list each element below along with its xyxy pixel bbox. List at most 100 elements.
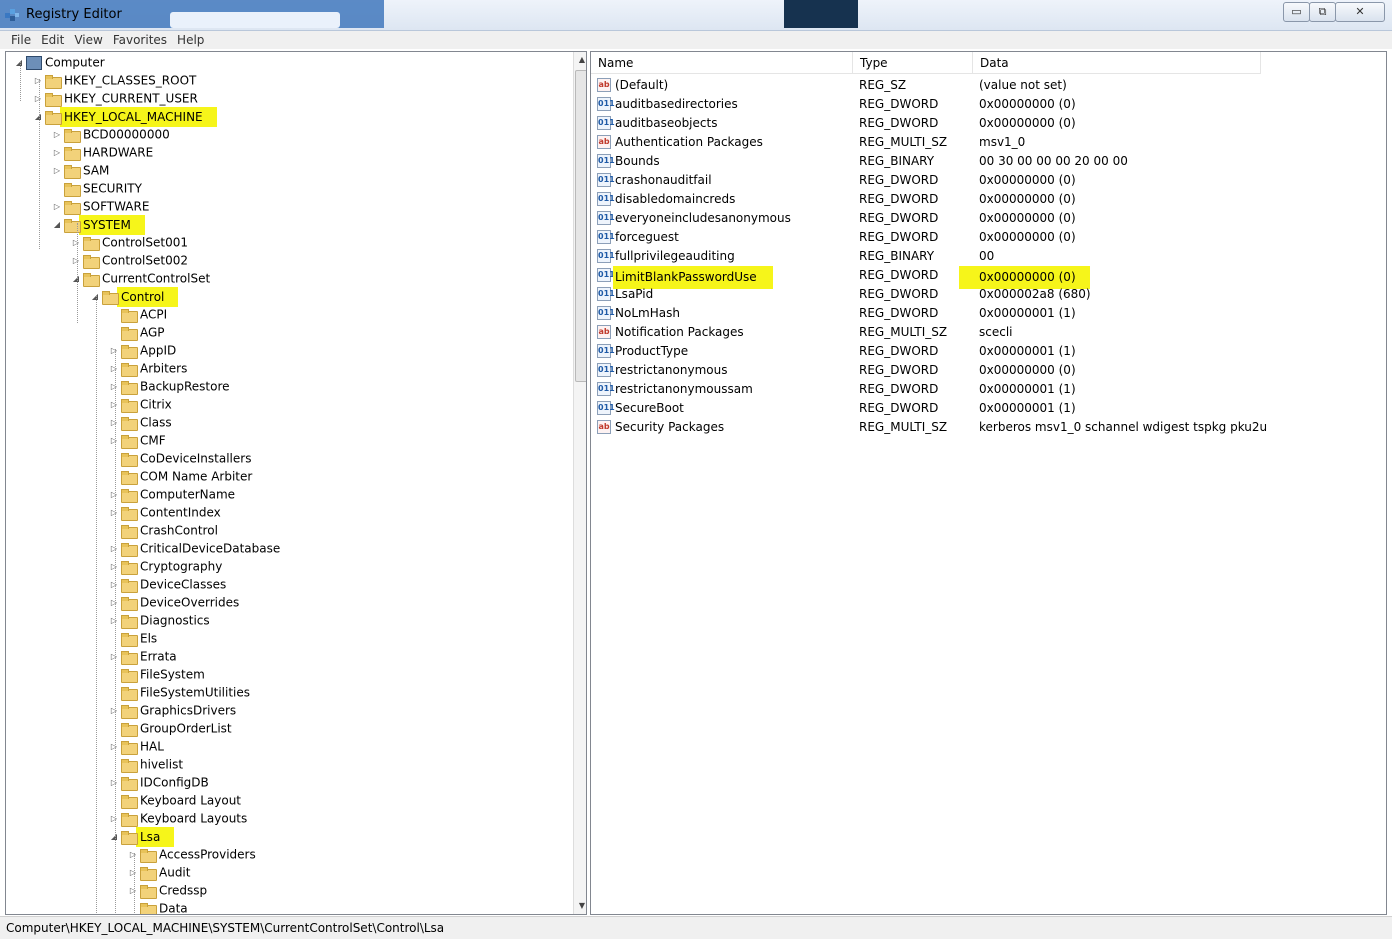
expand-arrow-icon[interactable]: ▷: [128, 882, 138, 900]
menu-view[interactable]: View: [69, 31, 107, 49]
expand-arrow-icon[interactable]: ▷: [128, 864, 138, 882]
expand-arrow-icon[interactable]: ▷: [109, 486, 119, 504]
column-header-data[interactable]: Data: [973, 52, 1261, 74]
tree-node-hkey-current-user[interactable]: ▷ HKEY_CURRENT_USER: [33, 89, 198, 107]
expand-arrow-icon[interactable]: ▷: [109, 810, 119, 828]
tree-node-diagnostics[interactable]: ▷ Diagnostics: [109, 611, 210, 629]
expand-arrow-icon[interactable]: ▷: [109, 702, 119, 720]
registry-tree[interactable]: ◢ Computer ▷ HKEY_CLASSES_ROOT ▷ HKEY_CURRENT…: [5, 51, 587, 915]
tree-node-computer[interactable]: ◢ Computer: [14, 53, 105, 71]
tree-node-control[interactable]: ◢ Control: [90, 286, 179, 307]
expand-arrow-icon[interactable]: ▷: [52, 162, 62, 180]
close-button[interactable]: ✕: [1335, 2, 1385, 22]
expand-arrow-icon[interactable]: ▷: [109, 540, 119, 558]
expand-arrow-icon[interactable]: ▷: [71, 234, 81, 252]
scroll-down-arrow-icon[interactable]: ▼: [574, 898, 586, 914]
value-row[interactable]: 011 restrictanonymous REG_DWORD 0x00000000 …: [591, 361, 1381, 380]
expand-arrow-icon[interactable]: ▷: [109, 342, 119, 360]
collapse-arrow-icon[interactable]: ◢: [90, 288, 100, 306]
collapse-arrow-icon[interactable]: ◢: [109, 828, 119, 846]
tree-node-currentcontrolset[interactable]: ◢ CurrentControlSet: [71, 269, 210, 287]
value-row[interactable]: ab Security Packages REG_MULTI_SZ kerberos …: [591, 418, 1381, 437]
expand-arrow-icon[interactable]: ▷: [109, 774, 119, 792]
tree-node-accessproviders[interactable]: ▷ AccessProviders: [128, 845, 256, 863]
tree-node-bcd00000000[interactable]: ▷ BCD00000000: [52, 125, 170, 143]
value-row[interactable]: 011 auditbasedirectories REG_DWORD 0x000000…: [591, 95, 1381, 114]
tree-node-agp[interactable]: AGP: [109, 323, 165, 341]
expand-arrow-icon[interactable]: ▷: [52, 198, 62, 216]
tree-node-hkey-local-machine[interactable]: ◢ HKEY_LOCAL_MACHINE: [33, 106, 217, 127]
collapse-arrow-icon[interactable]: ◢: [71, 270, 81, 288]
tree-node-deviceclasses[interactable]: ▷ DeviceClasses: [109, 575, 226, 593]
tree-node-errata[interactable]: ▷ Errata: [109, 647, 177, 665]
tree-node-citrix[interactable]: ▷ Citrix: [109, 395, 172, 413]
tree-node-data[interactable]: Data: [128, 899, 188, 914]
expand-arrow-icon[interactable]: ▷: [109, 396, 119, 414]
value-row[interactable]: 011 auditbaseobjects REG_DWORD 0x00000000 (…: [591, 114, 1381, 133]
expand-arrow-icon[interactable]: ▷: [52, 126, 62, 144]
tree-node-deviceoverrides[interactable]: ▷ DeviceOverrides: [109, 593, 239, 611]
menu-file[interactable]: File: [6, 31, 36, 49]
collapse-arrow-icon[interactable]: ◢: [14, 54, 24, 72]
value-row[interactable]: 011 disabledomaincreds REG_DWORD 0x00000000…: [591, 190, 1381, 209]
expand-arrow-icon[interactable]: ▷: [33, 90, 43, 108]
menu-edit[interactable]: Edit: [36, 31, 69, 49]
tree-node-sam[interactable]: ▷ SAM: [52, 161, 109, 179]
value-row[interactable]: 011 fullprivilegeauditing REG_BINARY 00: [591, 247, 1381, 266]
expand-arrow-icon[interactable]: ▷: [109, 594, 119, 612]
minimize-button[interactable]: ▭: [1283, 2, 1310, 22]
value-row[interactable]: 011 SecureBoot REG_DWORD 0x00000001 (1): [591, 399, 1381, 418]
value-row[interactable]: 011 forceguest REG_DWORD 0x00000000 (0): [591, 228, 1381, 247]
tree-node-software[interactable]: ▷ SOFTWARE: [52, 197, 149, 215]
tree-node-hal[interactable]: ▷ HAL: [109, 737, 164, 755]
expand-arrow-icon[interactable]: ▷: [109, 558, 119, 576]
tree-node-keyboard-layout[interactable]: Keyboard Layout: [109, 791, 241, 809]
tree-node-crashcontrol[interactable]: CrashControl: [109, 521, 218, 539]
tree-node-arbiters[interactable]: ▷ Arbiters: [109, 359, 187, 377]
expand-arrow-icon[interactable]: ▷: [109, 360, 119, 378]
tree-node-hardware[interactable]: ▷ HARDWARE: [52, 143, 153, 161]
expand-arrow-icon[interactable]: ▷: [109, 576, 119, 594]
value-row[interactable]: 011 LsaPid REG_DWORD 0x000002a8 (680): [591, 285, 1381, 304]
expand-arrow-icon[interactable]: ▷: [71, 252, 81, 270]
tree-node-grouporderlist[interactable]: GroupOrderList: [109, 719, 232, 737]
value-row[interactable]: ab Notification Packages REG_MULTI_SZ scecl…: [591, 323, 1381, 342]
collapse-arrow-icon[interactable]: ◢: [33, 108, 43, 126]
value-row[interactable]: 011 Bounds REG_BINARY 00 30 00 00 00 20 00 …: [591, 152, 1381, 171]
tree-node-codeviceinstallers[interactable]: CoDeviceInstallers: [109, 449, 251, 467]
tree-node-appid[interactable]: ▷ AppID: [109, 341, 176, 359]
tree-node-cryptography[interactable]: ▷ Cryptography: [109, 557, 222, 575]
tree-node-filesystem[interactable]: FileSystem: [109, 665, 205, 683]
expand-arrow-icon[interactable]: ▷: [109, 612, 119, 630]
tree-node-computername[interactable]: ▷ ComputerName: [109, 485, 235, 503]
expand-arrow-icon[interactable]: ▷: [33, 72, 43, 90]
tree-node-com-name-arbiter[interactable]: COM Name Arbiter: [109, 467, 252, 485]
restore-button[interactable]: ⧉: [1309, 2, 1336, 22]
tree-node-backuprestore[interactable]: ▷ BackupRestore: [109, 377, 230, 395]
value-row[interactable]: 011 LimitBlankPasswordUse REG_DWORD 0x00000…: [591, 266, 1381, 289]
value-row[interactable]: 011 NoLmHash REG_DWORD 0x00000001 (1): [591, 304, 1381, 323]
column-header-type[interactable]: Type: [853, 52, 973, 74]
tree-node-controlset001[interactable]: ▷ ControlSet001: [71, 233, 188, 251]
tree-node-class[interactable]: ▷ Class: [109, 413, 172, 431]
tree-scrollbar[interactable]: ▲ ▼: [573, 52, 586, 914]
value-row[interactable]: ab (Default) REG_SZ (value not set): [591, 76, 1381, 95]
tree-node-system[interactable]: ◢ SYSTEM: [52, 214, 145, 235]
tree-node-graphicsdrivers[interactable]: ▷ GraphicsDrivers: [109, 701, 236, 719]
tree-node-hivelist[interactable]: hivelist: [109, 755, 183, 773]
expand-arrow-icon[interactable]: ▷: [52, 144, 62, 162]
value-row[interactable]: 011 restrictanonymoussam REG_DWORD 0x000000…: [591, 380, 1381, 399]
tree-node-audit[interactable]: ▷ Audit: [128, 863, 190, 881]
menu-favorites[interactable]: Favorites: [108, 31, 172, 49]
expand-arrow-icon[interactable]: ▷: [128, 846, 138, 864]
tree-node-els[interactable]: Els: [109, 629, 157, 647]
tree-node-security[interactable]: SECURITY: [52, 179, 142, 197]
tree-node-credssp[interactable]: ▷ Credssp: [128, 881, 207, 899]
value-row[interactable]: 011 crashonauditfail REG_DWORD 0x00000000 (…: [591, 171, 1381, 190]
expand-arrow-icon[interactable]: ▷: [109, 738, 119, 756]
value-row[interactable]: 011 everyoneincludesanonymous REG_DWORD 0x0…: [591, 209, 1381, 228]
value-row[interactable]: 011 ProductType REG_DWORD 0x00000001 (1): [591, 342, 1381, 361]
expand-arrow-icon[interactable]: ▷: [109, 414, 119, 432]
tree-node-acpi[interactable]: ACPI: [109, 305, 167, 323]
expand-arrow-icon[interactable]: ▷: [109, 432, 119, 450]
